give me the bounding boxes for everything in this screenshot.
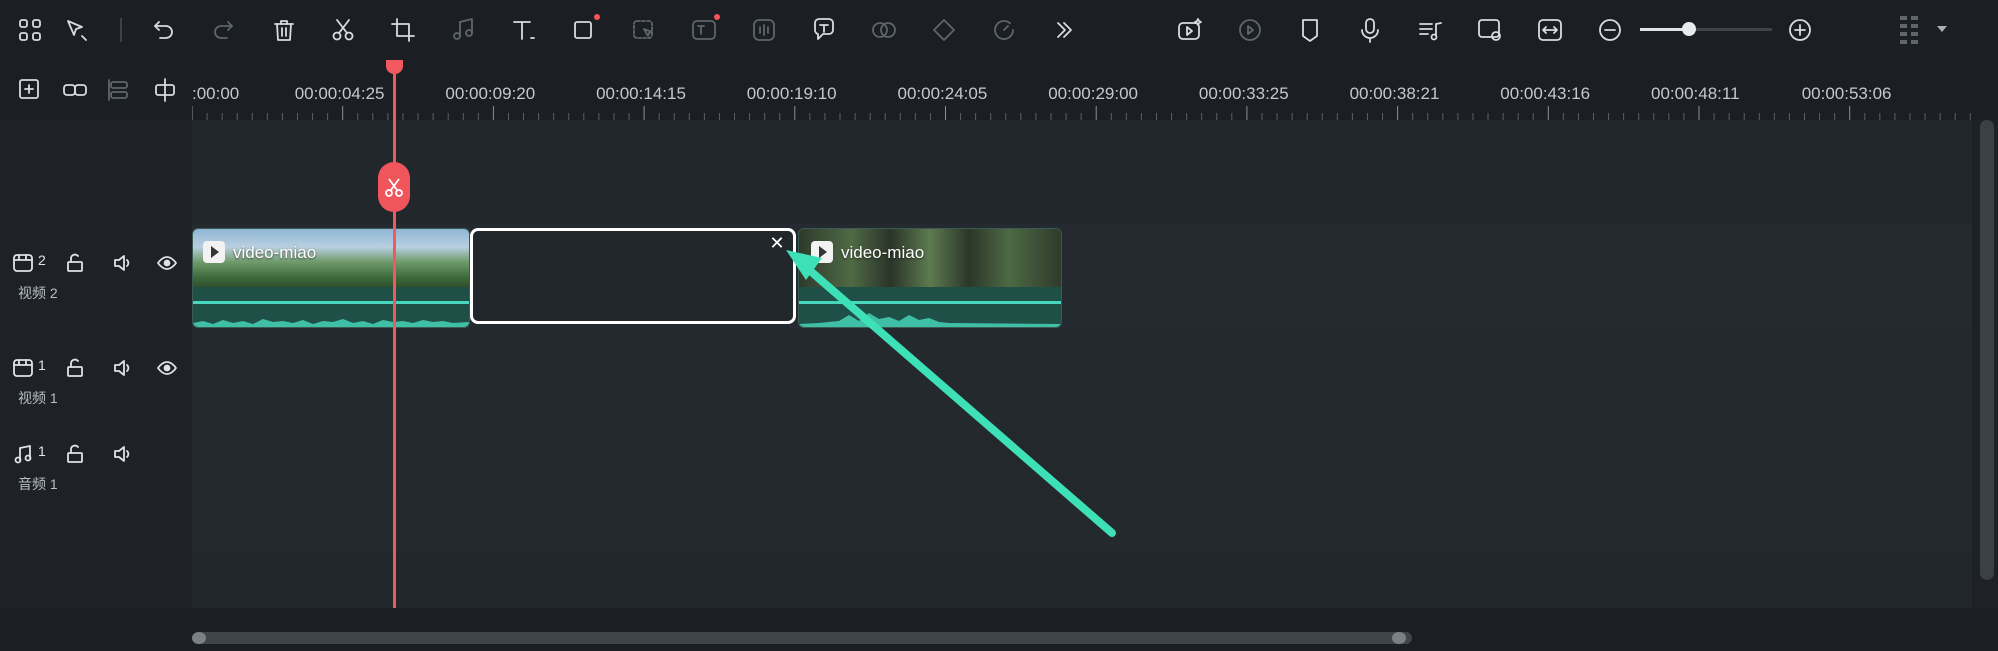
horizontal-scrollbar[interactable]: [192, 632, 1412, 644]
toolbar-divider: [120, 18, 122, 42]
ai-select-icon[interactable]: [626, 12, 662, 48]
waveform-peaks: [193, 319, 469, 327]
ruler-timecode: 00:00:33:25: [1198, 84, 1289, 103]
volume-line[interactable]: [193, 301, 469, 304]
ruler-timecode: 00:00:38:21: [1349, 84, 1440, 103]
speech-text-icon[interactable]: [806, 12, 842, 48]
group-icon[interactable]: [102, 72, 138, 108]
lock-icon[interactable]: [62, 441, 88, 467]
clip-thumbnail: [799, 229, 1061, 289]
ruler-timecode: 00:00:09:20: [445, 84, 536, 103]
lock-icon[interactable]: [62, 355, 88, 381]
track-name: 音频 1: [18, 476, 58, 492]
speaker-icon[interactable]: [109, 355, 135, 381]
video-clip[interactable]: video-miao: [798, 228, 1062, 328]
ruler-timecode: :00:00: [192, 84, 240, 103]
timeline-tracks[interactable]: [192, 120, 1972, 608]
track-number: 2: [38, 252, 46, 268]
microphone-icon[interactable]: [1352, 12, 1388, 48]
zoom-slider[interactable]: [1640, 22, 1772, 36]
undo-icon[interactable]: [146, 12, 182, 48]
speaker-icon[interactable]: [109, 250, 135, 276]
track-number: 1: [38, 443, 46, 459]
ruler-ticks: [192, 106, 1971, 120]
eye-icon[interactable]: [154, 355, 180, 381]
music-note-icon: [10, 441, 36, 467]
empty-gap-selection[interactable]: ✕: [470, 228, 796, 324]
redo-icon[interactable]: [205, 12, 241, 48]
audio-track-1[interactable]: [192, 432, 1972, 500]
ruler-timecode: 00:00:14:15: [596, 84, 686, 103]
ruler-timecode: 00:00:19:10: [746, 84, 837, 103]
scroll-end-handle[interactable]: [1392, 632, 1406, 644]
audio-adjust-icon[interactable]: [446, 12, 482, 48]
keyframe-icon[interactable]: [926, 12, 962, 48]
shape-icon[interactable]: [566, 12, 602, 48]
ruler-timecode: 00:00:48:11: [1651, 84, 1740, 103]
split-button[interactable]: [378, 162, 410, 212]
playhead[interactable]: [393, 60, 396, 651]
select-tool-icon[interactable]: [58, 12, 94, 48]
snap-icon[interactable]: [147, 72, 183, 108]
video-track-icon: [10, 250, 36, 276]
volume-line[interactable]: [799, 301, 1061, 304]
track-number: 1: [38, 357, 46, 373]
link-icon[interactable]: [57, 72, 93, 108]
zoom-slider-handle[interactable]: [1681, 22, 1696, 36]
play-icon: [203, 241, 225, 263]
clip-title: video-miao: [233, 243, 317, 262]
lock-icon[interactable]: [62, 250, 88, 276]
more-icon[interactable]: [1046, 12, 1082, 48]
ai-text-icon[interactable]: [686, 12, 722, 48]
video-track-icon: [10, 355, 36, 381]
ai-clip-icon[interactable]: [1172, 12, 1208, 48]
ruler-timecode: 00:00:04:25: [294, 84, 385, 103]
new-badge: [594, 14, 600, 20]
cut-icon[interactable]: [325, 12, 361, 48]
track-name: 视频 2: [18, 285, 58, 301]
marker-icon[interactable]: [1292, 12, 1328, 48]
render-icon[interactable]: [1232, 12, 1268, 48]
ruler-timecode: 00:00:43:16: [1500, 84, 1591, 103]
ruler-timecode: 00:00:53:06: [1801, 84, 1892, 103]
vertical-scrollbar[interactable]: [1980, 120, 1994, 580]
add-track-icon[interactable]: [12, 72, 48, 108]
timeline-footer: [0, 608, 1998, 651]
preview-icon[interactable]: [1472, 12, 1508, 48]
track-headers: 2 视频 2 1 视频 1 1 音频 1: [0, 120, 192, 608]
waveform-peaks: [799, 313, 1061, 327]
music-icon[interactable]: [1412, 12, 1448, 48]
close-icon[interactable]: ✕: [767, 233, 787, 253]
speed-icon[interactable]: [986, 12, 1022, 48]
scroll-start-handle[interactable]: [192, 632, 206, 644]
apps-icon[interactable]: [12, 12, 48, 48]
track-name: 视频 1: [18, 390, 58, 406]
fit-icon[interactable]: [1532, 12, 1568, 48]
timeline-toolbar: [0, 0, 1998, 60]
ruler-timecode: 00:00:29:00: [1048, 84, 1138, 103]
chevron-down-icon[interactable]: [1937, 26, 1947, 32]
clip-title: video-miao: [841, 243, 925, 262]
eye-icon[interactable]: [154, 250, 180, 276]
new-badge: [714, 14, 720, 20]
zoom-out-icon[interactable]: [1592, 12, 1628, 48]
zoom-in-icon[interactable]: [1782, 12, 1818, 48]
layout-grip-icon[interactable]: [1898, 14, 1920, 48]
delete-icon[interactable]: [266, 12, 302, 48]
voice-icon[interactable]: [746, 12, 782, 48]
text-icon[interactable]: [505, 12, 541, 48]
crop-icon[interactable]: [385, 12, 421, 48]
play-icon: [811, 241, 833, 263]
tts-icon[interactable]: [866, 12, 902, 48]
speaker-icon[interactable]: [109, 441, 135, 467]
scissors-icon: [385, 178, 403, 197]
video-clip[interactable]: video-miao: [192, 228, 470, 328]
ruler-timecode: 00:00:24:05: [897, 84, 988, 103]
